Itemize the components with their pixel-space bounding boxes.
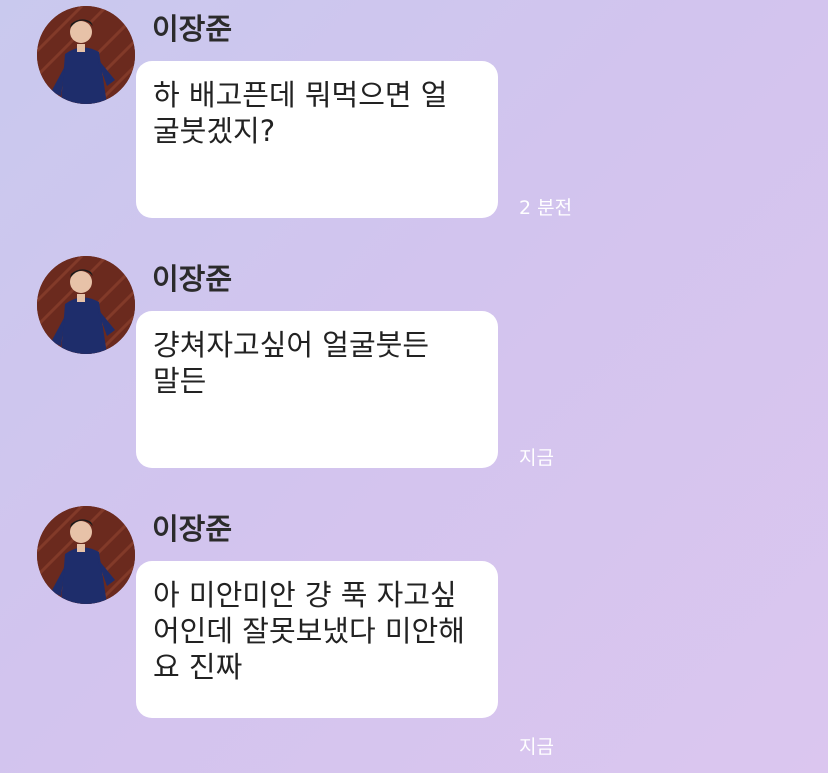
message-timestamp: 2 분전 — [519, 197, 573, 219]
avatar[interactable] — [37, 6, 135, 104]
profile-photo-icon — [37, 6, 135, 104]
sender-name: 이장준 — [152, 262, 233, 296]
message-group: 이장준 하 배고픈데 뭐먹으면 얼 굴붓겠지? 2 분전 — [0, 0, 828, 250]
message-timestamp: 지금 — [519, 736, 554, 758]
chat-thread: 이장준 하 배고픈데 뭐먹으면 얼 굴붓겠지? 2 분전 이장준 걍쳐자고싶어 … — [0, 0, 828, 773]
message-timestamp: 지금 — [519, 447, 554, 469]
message-bubble[interactable]: 하 배고픈데 뭐먹으면 얼 굴붓겠지? — [136, 61, 498, 218]
profile-photo-icon — [37, 506, 135, 604]
message-group: 이장준 걍쳐자고싶어 얼굴붓든 말든 지금 — [0, 250, 828, 500]
avatar[interactable] — [37, 506, 135, 604]
profile-photo-icon — [37, 256, 135, 354]
message-bubble[interactable]: 걍쳐자고싶어 얼굴붓든 말든 — [136, 311, 498, 468]
sender-name: 이장준 — [152, 512, 233, 546]
avatar[interactable] — [37, 256, 135, 354]
sender-name: 이장준 — [152, 12, 233, 46]
message-bubble[interactable]: 아 미안미안 걍 푹 자고싶 어인데 잘못보냈다 미안해 요 진짜 — [136, 561, 498, 718]
message-group: 이장준 아 미안미안 걍 푹 자고싶 어인데 잘못보냈다 미안해 요 진짜 지금 — [0, 500, 828, 758]
